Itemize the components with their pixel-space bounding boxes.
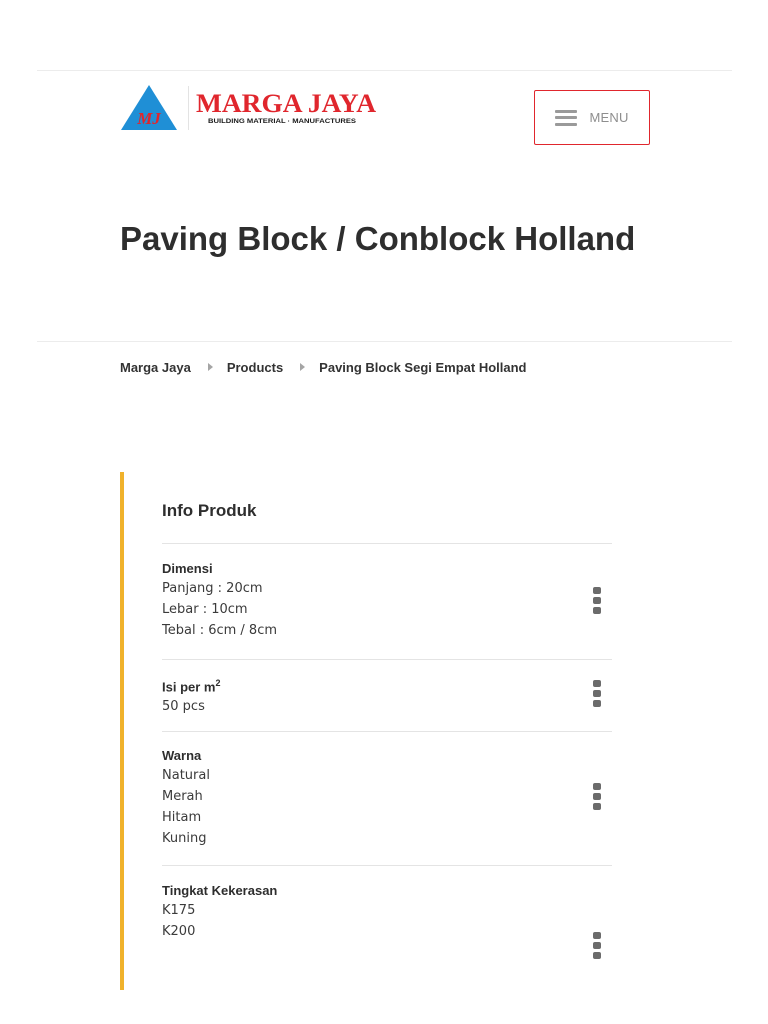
spec-value: Panjang : 20cm xyxy=(162,581,263,596)
spec-value: Lebar : 10cm xyxy=(162,602,248,617)
marga-jaya-logo[interactable]: MJ MARGA JAYA BUILDING MATERIAL · MANUFA… xyxy=(120,82,380,134)
spec-value: K175 xyxy=(162,903,196,918)
spec-value: Tebal : 6cm / 8cm xyxy=(162,623,278,638)
logo-divider xyxy=(188,86,189,130)
spec-row-warna: Warna Natural Merah Hitam Kuning xyxy=(162,731,612,865)
logo-graphic: MJ MARGA JAYA BUILDING MATERIAL · MANUFA… xyxy=(121,85,376,130)
breadcrumb: Marga Jaya Products Paving Block Segi Em… xyxy=(120,358,527,376)
spec-value: Natural xyxy=(162,768,210,783)
menu-button[interactable]: MENU xyxy=(534,90,650,145)
hamburger-icon xyxy=(555,109,578,126)
spec-row-dimensi: Dimensi Panjang : 20cm Lebar : 10cm Teba… xyxy=(162,543,612,659)
logo-monogram: MJ xyxy=(136,109,161,128)
spec-value: 50 pcs xyxy=(162,699,205,715)
spec-label: Tingkat Kekerasan xyxy=(162,883,278,898)
spec-row-isi-per-m2: Isi per m2 50 pcs xyxy=(162,659,612,731)
breadcrumb-products-link[interactable]: Products xyxy=(227,360,283,375)
breadcrumb-current-page: Paving Block Segi Empat Holland xyxy=(319,359,527,375)
kebab-menu-icon[interactable] xyxy=(593,587,601,614)
kebab-menu-icon[interactable] xyxy=(593,783,601,810)
logo-brand-name: MARGA JAYA xyxy=(196,89,376,118)
spec-row-tingkat-kekerasan: Tingkat Kekerasan K175 K200 xyxy=(162,865,612,975)
caret-right-icon xyxy=(300,363,306,371)
kebab-menu-icon[interactable] xyxy=(593,680,601,707)
info-panel-accent-bar xyxy=(120,472,124,990)
spec-value: Hitam xyxy=(162,810,202,825)
spec-label: Dimensi xyxy=(162,561,213,576)
spec-value: K200 xyxy=(162,924,196,939)
caret-right-icon xyxy=(207,363,213,371)
menu-label: MENU xyxy=(589,110,629,125)
spec-label-text: Isi per m xyxy=(162,679,216,695)
breadcrumb-home-link[interactable]: Marga Jaya xyxy=(120,360,191,375)
info-spec-list: Dimensi Panjang : 20cm Lebar : 10cm Teba… xyxy=(162,543,612,975)
page-title: Paving Block / Conblock Holland xyxy=(120,220,636,257)
header-top-divider xyxy=(37,70,732,71)
spec-label-superscript: 2 xyxy=(215,678,221,688)
spec-value: Kuning xyxy=(162,831,207,846)
kebab-menu-icon[interactable] xyxy=(593,932,601,959)
info-panel-title: Info Produk xyxy=(162,501,257,520)
breadcrumb-top-divider xyxy=(37,341,732,342)
spec-label: Isi per m2 xyxy=(162,674,612,696)
spec-label: Warna xyxy=(162,748,202,763)
spec-value: Merah xyxy=(162,789,203,804)
logo-tagline: BUILDING MATERIAL · MANUFACTURES xyxy=(208,118,357,125)
